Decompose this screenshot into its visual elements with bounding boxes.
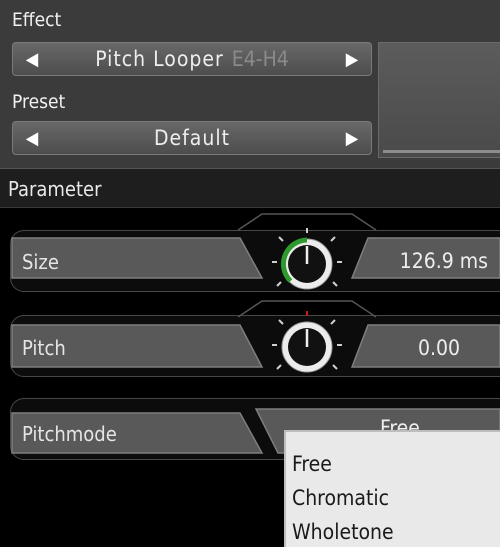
pitch-knob-icon[interactable] <box>271 311 343 383</box>
pitch-param-name: Pitch <box>22 336 66 360</box>
parameter-section-bar: Parameter <box>0 168 500 208</box>
preset-label: Preset <box>12 91 66 113</box>
effect-next-arrow-icon[interactable]: ▶ <box>337 43 367 75</box>
parameter-section-title: Parameter <box>8 177 102 201</box>
pitchmode-option-wholetone[interactable]: Wholetone <box>292 520 394 544</box>
effect-prev-arrow-icon[interactable]: ◀ <box>17 43 47 75</box>
effect-name: Pitch Looper <box>95 47 224 71</box>
preset-next-arrow-icon[interactable]: ▶ <box>337 122 367 154</box>
size-param-name: Size <box>22 250 59 274</box>
pitchmode-param-name: Pitchmode <box>22 422 117 446</box>
effect-range: E4-H4 <box>231 47 289 71</box>
effect-preview-display <box>378 42 500 158</box>
effect-label: Effect <box>12 9 62 31</box>
effect-selector[interactable]: ◀ Pitch Looper E4-H4 ▶ <box>12 42 372 76</box>
pitchmode-option-chromatic[interactable]: Chromatic <box>292 486 389 510</box>
size-knob-icon[interactable] <box>271 228 343 300</box>
preset-selector[interactable]: ◀ Default ▶ <box>12 121 372 155</box>
pitchmode-option-free[interactable]: Free <box>292 452 332 476</box>
pitch-param-value[interactable]: 0.00 <box>360 336 460 360</box>
preset-name: Default <box>153 126 231 150</box>
preview-level-line <box>383 150 500 153</box>
pitchmode-dropdown-list: Free Chromatic Wholetone <box>284 430 500 547</box>
size-param-value[interactable]: 126.9 ms <box>360 249 488 273</box>
preset-prev-arrow-icon[interactable]: ◀ <box>17 122 47 154</box>
